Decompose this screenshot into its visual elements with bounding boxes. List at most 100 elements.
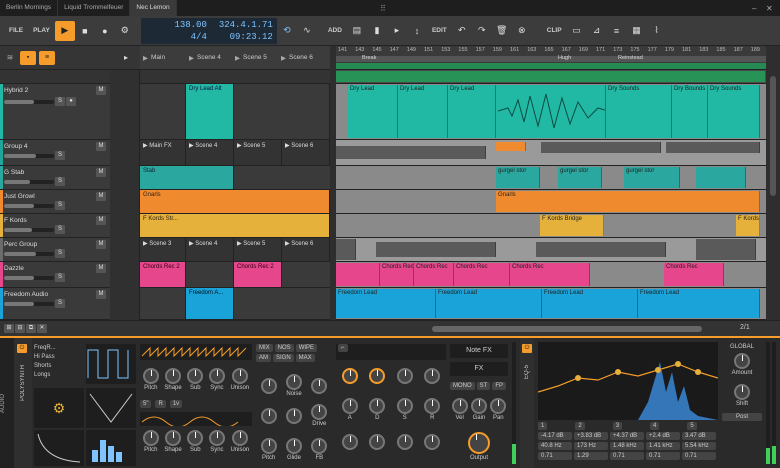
edit-menu-button[interactable]: EDIT	[427, 21, 452, 41]
eq-freq-field[interactable]: 1.41 kHz	[646, 442, 680, 450]
eq-gain-field[interactable]: +2.4 dB	[646, 432, 680, 440]
track-header-perc[interactable]: Perc Group M S	[0, 238, 110, 262]
trash-icon[interactable]: 🗑	[492, 21, 512, 41]
region-dazzle[interactable]: Chords Rec	[454, 263, 510, 286]
nos-tab[interactable]: NOS	[274, 344, 294, 352]
region-dazzle[interactable]: Chords Rec	[414, 263, 454, 286]
drive-knob[interactable]	[311, 404, 328, 420]
add-track-icon[interactable]: ⊞	[4, 324, 14, 333]
track-menu-icon[interactable]: ≋	[0, 53, 20, 62]
scene-main[interactable]: ▶ Main	[140, 46, 186, 69]
mute-button[interactable]: M	[96, 240, 106, 249]
env-d-knob[interactable]	[369, 398, 386, 414]
eq-q-field[interactable]: 1.29	[574, 452, 608, 460]
clip-gstab[interactable]: Stab	[140, 166, 234, 189]
arranger-automation-region[interactable]	[336, 71, 766, 82]
filter-item[interactable]: Hi Pass	[34, 353, 84, 362]
arranger-vertical-scrollbar[interactable]	[766, 46, 780, 320]
mono-tab[interactable]: MONO	[450, 382, 475, 390]
clip-slot-empty[interactable]	[234, 84, 330, 139]
output-knob[interactable]	[468, 432, 490, 454]
cue-icon[interactable]: ▤	[347, 21, 367, 41]
eq-q-field[interactable]: 0.71	[646, 452, 680, 460]
eq-band-button[interactable]: 1	[538, 422, 548, 430]
region-gstab-extra[interactable]	[696, 167, 746, 188]
eq-q-field[interactable]: 0.71	[610, 452, 644, 460]
filter-item[interactable]: Longs	[34, 371, 84, 380]
eq-band-button[interactable]: 4	[650, 422, 660, 430]
add-menu-button[interactable]: ADD	[323, 21, 347, 41]
sign-tab[interactable]: SIGN	[273, 354, 294, 362]
bar-icon[interactable]: ▮	[367, 21, 387, 41]
clip-menu-button[interactable]: CLIP	[542, 21, 567, 41]
eq-gain-field[interactable]: -4.17 dB	[538, 432, 572, 440]
clip-slot-empty[interactable]	[186, 262, 234, 287]
region-hybrid-audio[interactable]	[496, 85, 606, 138]
loop-icon[interactable]: ⟲	[277, 21, 297, 41]
clip-perc-scene6[interactable]: ▶ Scene 6	[282, 238, 330, 261]
osc1-unison-knob[interactable]	[231, 368, 248, 384]
clip-group-scene5[interactable]: ▶ Scene 5	[234, 140, 282, 165]
filter-item[interactable]: Shorts	[34, 362, 84, 371]
redo-icon[interactable]: ↷	[472, 21, 492, 41]
region-dazzle[interactable]	[336, 263, 380, 286]
clip-slot-empty[interactable]	[140, 84, 186, 139]
cutoff-knob[interactable]	[341, 368, 358, 384]
tab-berlin-mornings[interactable]: Berlin Mornings	[0, 0, 59, 16]
clip-group-scene4[interactable]: ▶ Scene 4	[186, 140, 234, 165]
eq-freq-field[interactable]: 5.54 kHz	[682, 442, 716, 450]
osc1-sync-knob[interactable]	[208, 368, 225, 384]
clip-perc-scene5[interactable]: ▶ Scene 5	[234, 238, 282, 261]
region-kords[interactable]: F Kords Bridge	[540, 215, 604, 236]
view-edit-icon[interactable]: ≡	[607, 21, 627, 41]
eq-q-field[interactable]: 0.71	[538, 452, 572, 460]
vel-knob[interactable]	[451, 398, 468, 414]
osc1-sub-knob[interactable]	[187, 368, 204, 384]
solo-button[interactable]: S	[55, 273, 65, 282]
scene-5[interactable]: ▶ Scene 5	[232, 46, 278, 69]
mute-button[interactable]: M	[96, 168, 106, 177]
volume-fader[interactable]	[4, 179, 54, 184]
volume-fader[interactable]	[4, 227, 54, 232]
clip-kords[interactable]: F Kords Str...	[140, 214, 330, 237]
solo-button[interactable]: S	[55, 151, 65, 160]
region-group-summary[interactable]	[541, 142, 661, 153]
am-tab[interactable]: AM	[256, 354, 271, 362]
mute-button[interactable]: M	[96, 216, 106, 225]
region-gstab[interactable]: gurgel stor	[496, 167, 540, 188]
osc-value[interactable]: R	[155, 400, 166, 408]
eq-freq-field[interactable]: 40.8 Hz	[538, 442, 572, 450]
glide-knob[interactable]	[285, 438, 302, 454]
track-header-dazzle[interactable]: Dazzle M S	[0, 262, 110, 288]
region-gstab[interactable]: gurgel stor	[558, 167, 602, 188]
region-hybrid[interactable]: Dry Sounds	[708, 85, 760, 138]
volume-fader[interactable]	[4, 153, 54, 158]
region-freedom[interactable]: Freedom Lead	[542, 289, 638, 318]
mute-button[interactable]: M	[96, 264, 106, 273]
region-hybrid[interactable]: Dry Lead	[348, 85, 398, 138]
arm-button[interactable]: ●	[66, 97, 76, 106]
env-a-knob[interactable]	[341, 398, 358, 414]
amount-knob[interactable]	[734, 353, 750, 369]
timeline-ruler[interactable]: 141 143 145 147 149 151 153 155 157 159 161 163 165 1…	[336, 46, 766, 70]
filter-key-knob[interactable]	[424, 368, 441, 384]
region-dazzle[interactable]: Chords Rec	[380, 263, 414, 286]
add-group-icon[interactable]: ⊟	[15, 324, 25, 333]
fp-tab[interactable]: FP	[492, 382, 507, 390]
eq-gain-field[interactable]: +3.83 dB	[574, 432, 608, 440]
track-header-gstab[interactable]: G Stab M S	[0, 166, 110, 190]
solo-button[interactable]: S	[55, 97, 65, 106]
volume-fader[interactable]	[4, 99, 54, 104]
max-tab[interactable]: MAX	[295, 354, 315, 362]
fx-slot[interactable]: FX	[450, 362, 508, 376]
track-view-icon[interactable]: ▪	[20, 50, 36, 65]
mix-knob-1[interactable]	[260, 377, 277, 394]
clip-group-main[interactable]: ▶ Main FX	[140, 140, 186, 165]
tempo-value[interactable]: 138.00	[145, 19, 206, 31]
tempo-display[interactable]: 138.00 4/4	[140, 17, 211, 44]
volume-fader[interactable]	[4, 203, 54, 208]
volume-fader[interactable]	[4, 301, 54, 306]
record-button[interactable]: ●	[95, 21, 115, 41]
fb-knob[interactable]	[311, 438, 328, 454]
device-power-button[interactable]: ⏻	[17, 344, 27, 353]
